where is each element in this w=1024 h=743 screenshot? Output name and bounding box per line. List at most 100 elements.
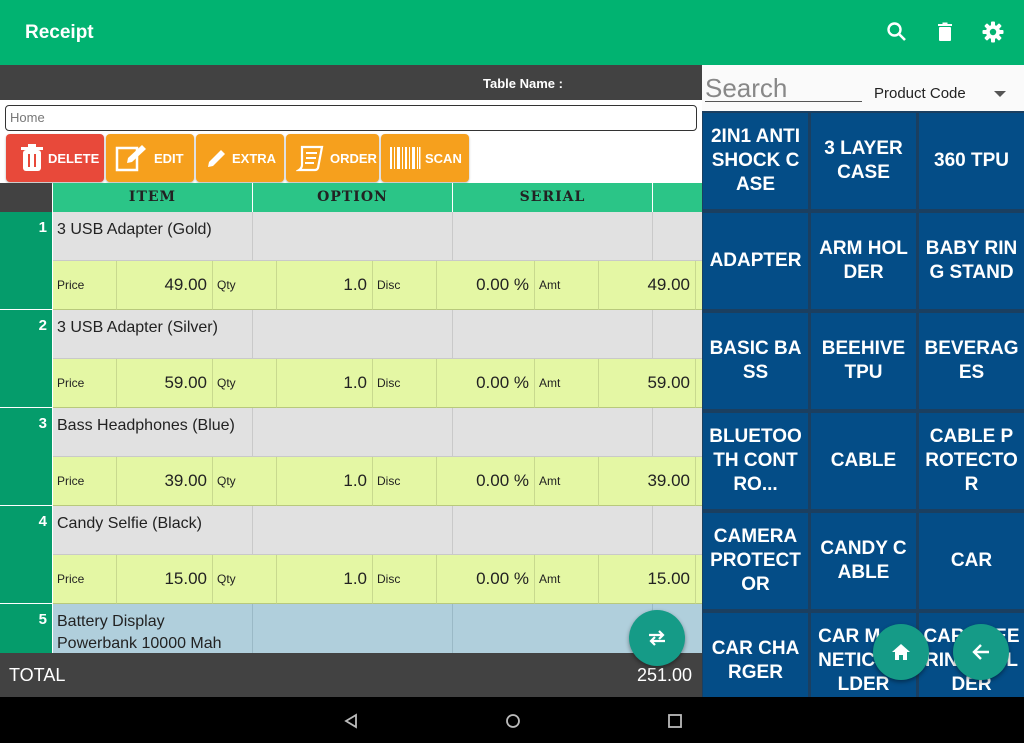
amt-label: Amt [535,261,599,310]
item-name[interactable]: 3 USB Adapter (Gold) [53,212,253,261]
pencil-icon [208,150,225,167]
order-receipt-icon [296,145,324,172]
category-tile[interactable]: CAR [919,513,1024,609]
category-tile[interactable]: BABY RING STAND [919,213,1024,309]
amt-value: 15.00 [599,555,696,604]
category-tile[interactable]: CAMERA PROTECTOR [703,513,808,609]
receipt-pane: Table Name : Home DELETE EDIT EXTRA ORDE… [0,65,702,697]
table-row[interactable]: 3 Bass Headphones (Blue) Price 39.00 Qty… [0,408,702,506]
amt-label: Amt [535,359,599,408]
option-cell[interactable] [253,408,453,457]
filter-dropdown[interactable]: Product Code [874,85,966,102]
top-app-bar: Receipt [0,0,1024,65]
disc-value[interactable]: 0.00 % [437,555,535,604]
category-tile[interactable]: 2IN1 ANTISHOCK CASE [703,113,808,209]
home-field[interactable]: Home [5,105,697,131]
category-tile[interactable]: CABLE [811,413,916,509]
table-name-bar: Table Name : [0,65,702,100]
order-label: ORDER [330,150,377,166]
option-cell[interactable] [253,212,453,261]
option-cell[interactable] [253,506,453,555]
dropdown-arrow-icon[interactable] [994,91,1006,97]
scan-label: SCAN [425,150,462,166]
search-icon[interactable] [885,20,909,44]
amt-value: 39.00 [599,457,696,506]
table-name-label: Table Name : [483,76,563,91]
nav-recents-icon[interactable] [667,713,683,729]
column-header-item[interactable]: ITEM [53,183,253,212]
nav-back-icon[interactable] [343,713,359,729]
product-pane: Search Product Code 2IN1 ANTISHOCK CASE … [702,65,1024,697]
table-row[interactable]: 2 3 USB Adapter (Silver) Price 59.00 Qty… [0,310,702,408]
disc-value[interactable]: 0.00 % [437,359,535,408]
order-button[interactable]: ORDER [286,134,379,182]
category-tile[interactable]: CABLE PROTECTOR [919,413,1024,509]
price-label: Price [53,457,117,506]
qty-value[interactable]: 1.0 [277,261,373,310]
category-tile[interactable]: BASIC BASS [703,313,808,409]
edit-button[interactable]: EDIT [106,134,194,182]
column-header-option[interactable]: OPTION [253,183,453,212]
serial-cell[interactable] [453,506,653,555]
barcode-icon [390,147,421,169]
table-row[interactable]: 1 3 USB Adapter (Gold) Price 49.00 Qty 1… [0,212,702,310]
nav-home-icon[interactable] [505,713,521,729]
category-tile[interactable]: CANDY CABLE [811,513,916,609]
price-value[interactable]: 49.00 [117,261,213,310]
category-tile[interactable]: ADAPTER [703,213,808,309]
price-value[interactable]: 39.00 [117,457,213,506]
search-input[interactable]: Search [705,74,862,102]
category-tile[interactable]: ARM HOLDER [811,213,916,309]
category-tile[interactable]: CAR CHARGER [703,613,808,697]
disc-label: Disc [373,457,437,506]
edit-icon [115,145,146,172]
home-button[interactable] [873,624,929,680]
swap-button[interactable] [629,610,685,666]
row-number: 5 [0,604,52,653]
category-tile[interactable]: BLUETOOTH CONTRO... [703,413,808,509]
category-tile[interactable]: BEEHIVE TPU [811,313,916,409]
row-number: 2 [0,310,52,408]
disc-label: Disc [373,359,437,408]
serial-cell[interactable] [453,408,653,457]
qty-value[interactable]: 1.0 [277,457,373,506]
qty-value[interactable]: 1.0 [277,359,373,408]
trash-icon[interactable] [933,20,957,44]
delete-button[interactable]: DELETE [6,134,104,182]
extra-button[interactable]: EXTRA [196,134,284,182]
qty-value[interactable]: 1.0 [277,555,373,604]
price-value[interactable]: 59.00 [117,359,213,408]
serial-cell[interactable] [453,310,653,359]
item-name[interactable]: Candy Selfie (Black) [53,506,253,555]
table-row[interactable]: 5 Battery Display Powerbank 10000 Mah [0,604,702,653]
total-bar: TOTAL 251.00 [0,653,702,697]
disc-value[interactable]: 0.00 % [437,457,535,506]
price-label: Price [53,261,117,310]
option-cell[interactable] [253,604,453,653]
home-icon [892,644,910,660]
qty-label: Qty [213,555,277,604]
category-tile[interactable]: 360 TPU [919,113,1024,209]
item-name[interactable]: Bass Headphones (Blue) [53,408,253,457]
category-tile[interactable]: 3 LAYER CASE [811,113,916,209]
back-button[interactable] [953,624,1009,680]
delete-label: DELETE [48,150,100,166]
item-name[interactable]: 3 USB Adapter (Silver) [53,310,253,359]
table-row[interactable]: 4 Candy Selfie (Black) Price 15.00 Qty 1… [0,506,702,604]
serial-cell[interactable] [453,212,653,261]
disc-label: Disc [373,261,437,310]
price-label: Price [53,359,117,408]
amt-value: 59.00 [599,359,696,408]
gear-icon[interactable] [981,20,1005,44]
app-window: Receipt Table Name : Home DELETE EDIT EX… [0,0,1024,743]
disc-value[interactable]: 0.00 % [437,261,535,310]
item-name[interactable]: Battery Display Powerbank 10000 Mah [53,604,253,653]
category-tile[interactable]: BEVERAGES [919,313,1024,409]
column-header-serial[interactable]: SERIAL [453,183,653,212]
grid-header: ITEM OPTION SERIAL [0,183,702,212]
qty-label: Qty [213,359,277,408]
option-cell[interactable] [253,310,453,359]
serial-cell[interactable] [453,604,653,653]
price-value[interactable]: 15.00 [117,555,213,604]
scan-button[interactable]: SCAN [381,134,469,182]
